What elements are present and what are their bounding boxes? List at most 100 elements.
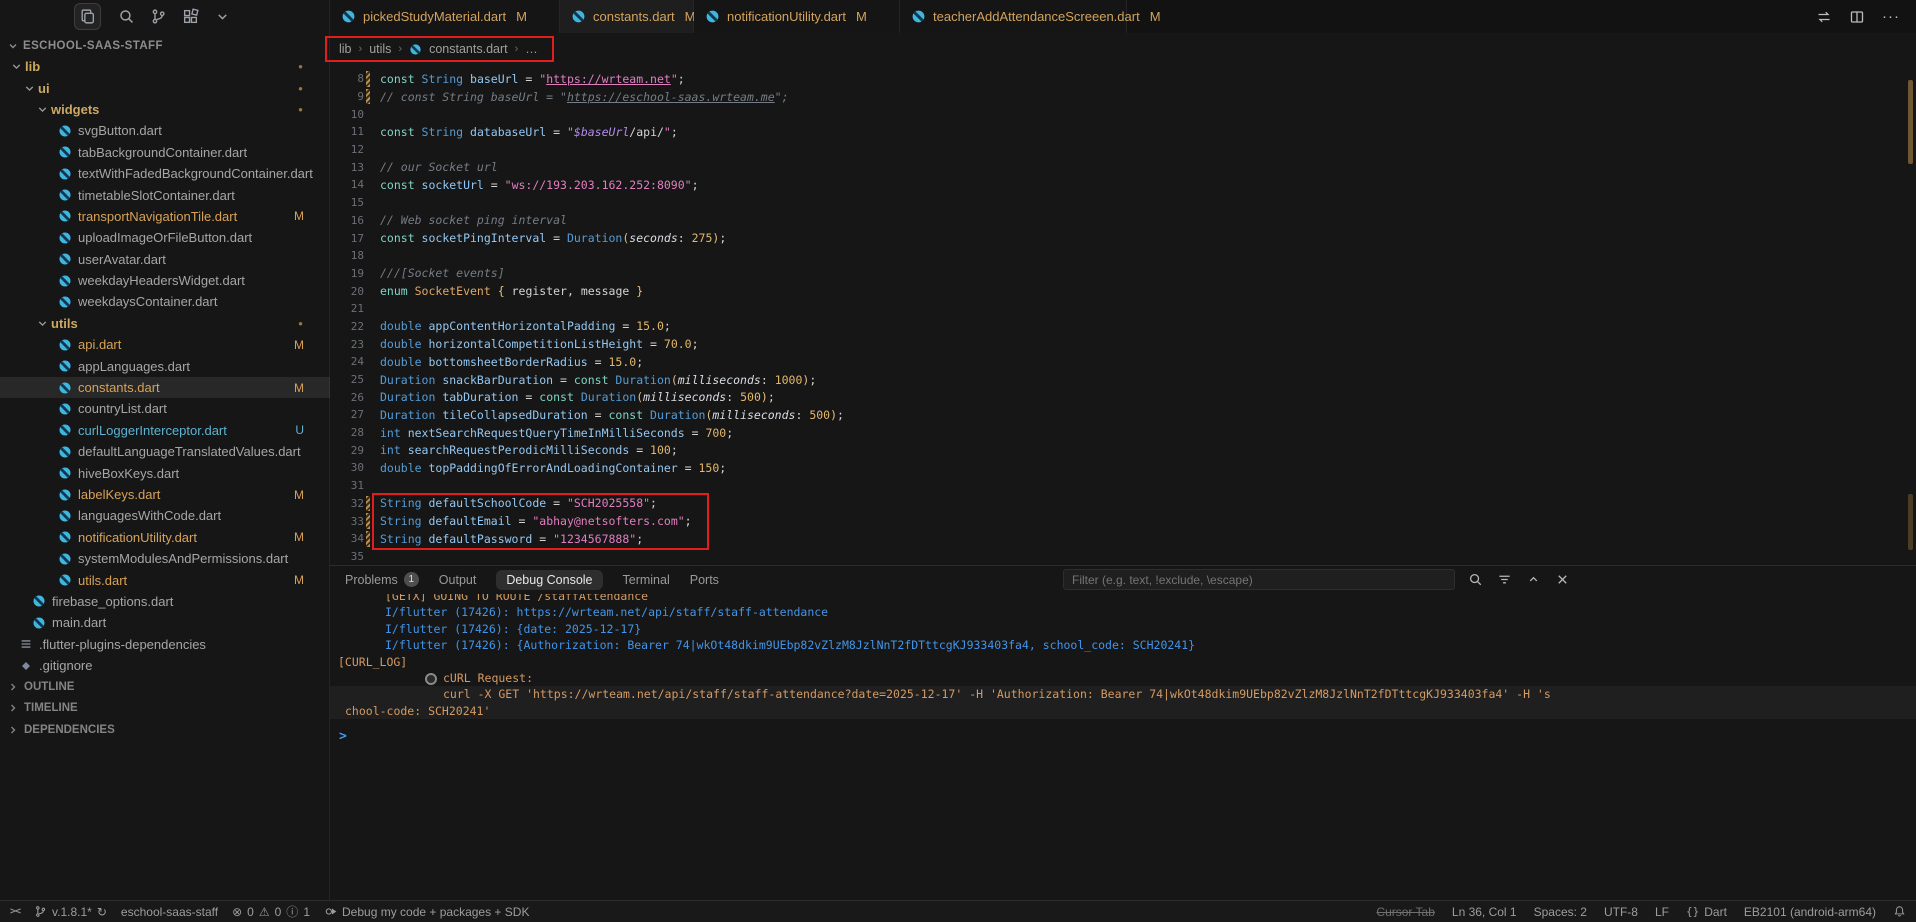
code-line-32[interactable]: 32String defaultSchoolCode = "SCH2025558… <box>330 495 1916 513</box>
filter-lines-icon[interactable] <box>1497 572 1512 587</box>
console-line-3[interactable]: I/flutter (17426): {date: 2025-12-17} <box>330 621 1916 637</box>
console-line-5[interactable]: [CURL_LOG] <box>330 654 1916 670</box>
tree-item-gitignore[interactable]: .gitignore <box>0 655 330 676</box>
code-line-28[interactable]: 28int nextSearchRequestQueryTimeInMilliS… <box>330 424 1916 442</box>
tree-item-flutter-plugins-dependencies[interactable]: .flutter-plugins-dependencies <box>0 634 330 655</box>
console-line-4[interactable]: I/flutter (17426): {Authorization: Beare… <box>330 637 1916 653</box>
code-line-24[interactable]: 24double bottomsheetBorderRadius = 15.0; <box>330 353 1916 371</box>
tree-item-weekdayheaderswidget-dart[interactable]: weekdayHeadersWidget.dart <box>0 270 330 291</box>
explorer-root[interactable]: ESCHOOL-SAAS-STAFF <box>0 37 330 55</box>
split-editor-icon[interactable] <box>1849 9 1865 25</box>
code-line-35[interactable]: 35 <box>330 548 1916 566</box>
tree-item-useravatar-dart[interactable]: userAvatar.dart <box>0 249 330 270</box>
code-line-31[interactable]: 31 <box>330 477 1916 495</box>
explorer-copy-icon[interactable] <box>74 3 101 30</box>
bell-icon[interactable] <box>1893 905 1906 918</box>
code-line-14[interactable]: 14const socketUrl = "ws://193.203.162.25… <box>330 176 1916 194</box>
code-line-22[interactable]: 22double appContentHorizontalPadding = 1… <box>330 318 1916 336</box>
console-line-6[interactable]: cURL Request: <box>330 670 1916 686</box>
tab-output[interactable]: Output <box>439 573 477 587</box>
code-line-18[interactable]: 18 <box>330 247 1916 265</box>
code-line-20[interactable]: 20enum SocketEvent { register, message } <box>330 282 1916 300</box>
code-line-27[interactable]: 27Duration tileCollapsedDuration = const… <box>330 406 1916 424</box>
editor-tab-notificationutility-dart[interactable]: notificationUtility.dartM <box>694 0 900 33</box>
code-line-17[interactable]: 17const socketPingInterval = Duration(se… <box>330 229 1916 247</box>
code-line-25[interactable]: 25Duration snackBarDuration = const Dura… <box>330 371 1916 389</box>
code-area[interactable]: 8const String baseUrl = "https://wrteam.… <box>330 70 1916 565</box>
tree-item-transportnavigationtile-dart[interactable]: transportNavigationTile.dartM <box>0 206 330 227</box>
section-dependencies[interactable]: DEPENDENCIES <box>0 719 330 740</box>
code-line-12[interactable]: 12 <box>330 141 1916 159</box>
code-line-11[interactable]: 11const String databaseUrl = "$baseUrl/a… <box>330 123 1916 141</box>
code-line-30[interactable]: 30double topPaddingOfErrorAndLoadingCont… <box>330 459 1916 477</box>
editor-tab-teacheraddattendancescreeen-dart[interactable]: teacherAddAttendanceScreeen.dartM <box>900 0 1127 33</box>
tree-item-curlloggerinterceptor-dart[interactable]: curlLoggerInterceptor.dartU <box>0 420 330 441</box>
code-line-10[interactable]: 10 <box>330 105 1916 123</box>
code-line-9[interactable]: 9// const String baseUrl = "https://esch… <box>330 88 1916 106</box>
tree-item-systemmodulesandpermissions-dart[interactable]: systemModulesAndPermissions.dart <box>0 548 330 569</box>
tree-item-defaultlanguagetranslatedvalues-dart[interactable]: defaultLanguageTranslatedValues.dart <box>0 441 330 462</box>
tree-item-applanguages-dart[interactable]: appLanguages.dart <box>0 355 330 376</box>
tree-item-firebase-options-dart[interactable]: firebase_options.dart <box>0 591 330 612</box>
tab-problems[interactable]: Problems 1 <box>345 572 419 587</box>
console-filter-input[interactable] <box>1063 569 1455 590</box>
code-line-13[interactable]: 13// our Socket url <box>330 158 1916 176</box>
indentation-setting[interactable]: Spaces: 2 <box>1534 905 1587 919</box>
tree-item-main-dart[interactable]: main.dart <box>0 612 330 633</box>
tree-item-api-dart[interactable]: api.dartM <box>0 334 330 355</box>
console-prompt[interactable]: > <box>339 729 347 744</box>
console-line-7[interactable]: curl -X GET 'https://wrteam.net/api/staf… <box>330 686 1916 702</box>
breadcrumb-file[interactable]: constants.dart <box>429 42 508 56</box>
tab-terminal[interactable]: Terminal <box>623 573 670 587</box>
cursor-position[interactable]: Ln 36, Col 1 <box>1452 905 1517 919</box>
chevron-up-icon[interactable] <box>1526 572 1541 587</box>
tree-item-svgbutton-dart[interactable]: svgButton.dart <box>0 120 330 141</box>
code-line-15[interactable]: 15 <box>330 194 1916 212</box>
tree-item-tabbackgroundcontainer-dart[interactable]: tabBackgroundContainer.dart <box>0 142 330 163</box>
project-name[interactable]: eschool-saas-staff <box>121 905 218 919</box>
eol-setting[interactable]: LF <box>1655 905 1669 919</box>
source-control-icon[interactable] <box>150 8 167 25</box>
debug-launch[interactable]: Debug my code + packages + SDK <box>324 905 529 919</box>
tree-item-weekdayscontainer-dart[interactable]: weekdaysContainer.dart <box>0 291 330 312</box>
breadcrumb-symbol[interactable]: … <box>525 42 538 56</box>
scrollbar-modified-decoration[interactable] <box>1908 80 1913 164</box>
tree-item-lib[interactable]: lib● <box>0 56 330 77</box>
tree-item-uploadimageorfilebutton-dart[interactable]: uploadImageOrFileButton.dart <box>0 227 330 248</box>
console-line-1[interactable]: [GETX] GOING TO ROUTE /staffAttendance <box>330 594 1916 604</box>
tree-item-utils[interactable]: utils● <box>0 313 330 334</box>
code-line-19[interactable]: 19///[Socket events] <box>330 265 1916 283</box>
code-line-29[interactable]: 29int searchRequestPerodicMilliSeconds =… <box>330 441 1916 459</box>
tree-item-ui[interactable]: ui● <box>0 77 330 98</box>
code-line-23[interactable]: 23double horizontalCompetitionListHeight… <box>330 335 1916 353</box>
console-line-8[interactable]: chool-code: SCH20241' <box>330 703 1916 719</box>
search-icon[interactable] <box>1468 572 1483 587</box>
encoding-setting[interactable]: UTF-8 <box>1604 905 1638 919</box>
code-line-8[interactable]: 8const String baseUrl = "https://wrteam.… <box>330 70 1916 88</box>
open-changes-icon[interactable] <box>1816 9 1832 25</box>
tree-item-hiveboxkeys-dart[interactable]: hiveBoxKeys.dart <box>0 462 330 483</box>
problems-status[interactable]: ⊗ 0 ⚠ 0 ⓘ 1 <box>232 903 310 920</box>
code-line-34[interactable]: 34String defaultPassword = "1234567888"; <box>330 530 1916 548</box>
tree-item-widgets[interactable]: widgets● <box>0 99 330 120</box>
tab-debug-console[interactable]: Debug Console <box>496 570 602 590</box>
code-line-26[interactable]: 26Duration tabDuration = const Duration(… <box>330 388 1916 406</box>
code-line-33[interactable]: 33String defaultEmail = "abhay@netsofter… <box>330 512 1916 530</box>
search-icon[interactable] <box>118 8 135 25</box>
device-target[interactable]: EB2101 (android-arm64) <box>1744 905 1876 919</box>
editor-tab-pickedstudymaterial-dart[interactable]: pickedStudyMaterial.dartM <box>330 0 560 33</box>
editor-tab-constants-dart[interactable]: constants.dartM× <box>560 0 694 33</box>
section-outline[interactable]: OUTLINE <box>0 676 330 697</box>
tree-item-labelkeys-dart[interactable]: labelKeys.dartM <box>0 484 330 505</box>
tree-item-notificationutility-dart[interactable]: notificationUtility.dartM <box>0 527 330 548</box>
breadcrumb[interactable]: lib › utils › constants.dart › … <box>339 39 538 59</box>
tree-item-textwithfadedbackgroundcontainer-dart[interactable]: textWithFadedBackgroundContainer.dart <box>0 163 330 184</box>
code-line-16[interactable]: 16// Web socket ping interval <box>330 212 1916 230</box>
tree-item-languageswithcode-dart[interactable]: languagesWithCode.dart <box>0 505 330 526</box>
breadcrumb-lib[interactable]: lib <box>339 42 352 56</box>
tab-ports[interactable]: Ports <box>690 573 719 587</box>
chevron-down-icon[interactable] <box>214 8 231 25</box>
extensions-icon[interactable] <box>182 8 199 25</box>
section-timeline[interactable]: TIMELINE <box>0 698 330 719</box>
remote-indicator[interactable]: >< <box>10 906 20 917</box>
